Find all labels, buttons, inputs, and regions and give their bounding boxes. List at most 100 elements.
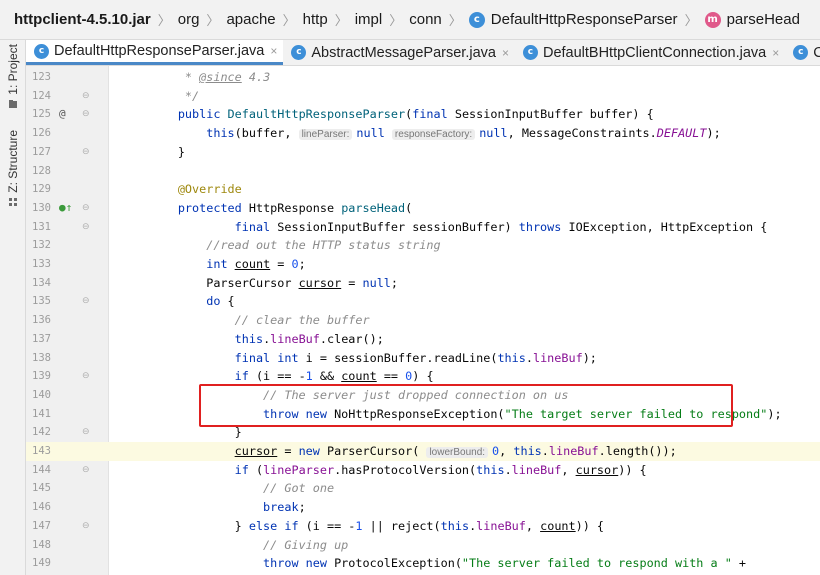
line-number: 147 <box>32 519 51 532</box>
fold-icon[interactable]: ⊖ <box>82 218 91 237</box>
editor-tab[interactable]: c CPo <box>785 40 820 65</box>
breadcrumb-item[interactable]: impl <box>355 11 383 28</box>
code-line[interactable]: 142 ⊖ } <box>26 423 820 442</box>
code-text: // Got one <box>121 479 334 498</box>
code-line[interactable]: 139 ⊖ if (i == -1 && count == 0) { <box>26 367 820 386</box>
code-line[interactable]: 133 int count = 0; <box>26 255 820 274</box>
line-number: 136 <box>32 314 51 327</box>
fold-icon[interactable]: ⊖ <box>82 199 91 218</box>
code-line[interactable]: 147 ⊖ } else if (i == -1 || reject(this.l… <box>26 517 820 536</box>
code-line[interactable]: 149 throw new ProtocolException("The ser… <box>26 554 820 573</box>
code-token: // Got one <box>263 481 335 496</box>
code-token: new <box>298 444 327 458</box>
breadcrumb-item[interactable]: http <box>303 11 328 28</box>
breadcrumb-label: impl <box>354 11 383 28</box>
code-token: final <box>412 107 455 122</box>
breadcrumb-item[interactable]: httpclient-4.5.10.jar <box>14 11 151 28</box>
code-text: break; <box>121 498 306 517</box>
code-line[interactable]: 144 ⊖ if (lineParser.hasProtocolVersion(t… <box>26 461 820 480</box>
code-line[interactable]: 127 ⊖ } <box>26 143 820 162</box>
code-token: lineBuf <box>270 331 320 346</box>
fold-icon[interactable]: ⊖ <box>82 143 91 162</box>
close-icon[interactable]: × <box>270 44 277 58</box>
code-text: } <box>121 143 185 162</box>
fold-icon[interactable]: ⊖ <box>82 105 91 124</box>
code-text: @Override <box>121 180 242 199</box>
code-line[interactable]: 137 this.lineBuf.clear(); <box>26 330 820 349</box>
code-line[interactable]: 141 throw new NoHttpResponseException("T… <box>26 405 820 424</box>
code-token: lineBuf <box>548 444 599 458</box>
breadcrumb-item[interactable]: conn <box>409 11 442 28</box>
code-line[interactable]: 143 cursor = new ParserCursor( lowerBoun… <box>26 442 820 461</box>
code-text: do { <box>121 292 234 311</box>
code-token: "The server failed to respond with a " <box>461 556 732 571</box>
annotation-icon[interactable]: @ <box>59 105 66 124</box>
code-line[interactable]: 131 ⊖ final SessionInputBuffer sessionBuf… <box>26 218 820 237</box>
code-line[interactable]: 135 ⊖ do { <box>26 292 820 311</box>
breadcrumb-item[interactable]: org <box>178 11 200 28</box>
code-token: @Override <box>177 182 242 197</box>
override-icon[interactable]: ●↑ <box>59 199 72 218</box>
code-line[interactable]: 138 final int i = sessionBuffer.readLine… <box>26 349 820 368</box>
parameter-hint: lineParser: <box>298 129 353 141</box>
code-token: ProtocolException( <box>334 556 462 571</box>
fold-icon[interactable]: ⊖ <box>82 423 91 442</box>
project-tool-tab[interactable]: 1: Project <box>2 44 24 109</box>
code-token: . <box>525 350 533 365</box>
code-line[interactable]: 125 @ ⊖ public DefaultHttpResponseParser(f… <box>26 105 820 124</box>
code-line[interactable]: 126 this(buffer, lineParser: null respons… <box>26 124 820 143</box>
code-text: this.lineBuf.clear(); <box>121 330 384 349</box>
parameter-hint: responseFactory: <box>391 129 476 141</box>
code-line[interactable]: 136 // clear the buffer <box>26 311 820 330</box>
breadcrumb-item[interactable]: c DefaultHttpResponseParser <box>468 11 678 28</box>
line-number: 140 <box>32 388 51 401</box>
structure-tool-tab[interactable]: Z: Structure <box>2 130 24 207</box>
code-token: (buffer, <box>234 126 299 141</box>
editor-tab[interactable]: c DefaultHttpResponseParser.java × <box>26 40 284 65</box>
line-number: 131 <box>32 220 51 233</box>
breadcrumb-item[interactable]: m parseHead <box>704 11 800 28</box>
code-token: */ <box>121 88 200 103</box>
breadcrumb-label: http <box>302 11 328 28</box>
code-text: final int i = sessionBuffer.readLine(thi… <box>121 349 597 368</box>
code-token: HttpResponse <box>248 200 342 215</box>
code-line[interactable]: 132 //read out the HTTP status string <box>26 236 820 255</box>
fold-icon[interactable]: ⊖ <box>82 87 91 106</box>
code-line[interactable]: 140 // The server just dropped connectio… <box>26 386 820 405</box>
code-line[interactable]: 124 ⊖ */ <box>26 87 820 106</box>
code-line[interactable]: 145 // Got one <box>26 479 820 498</box>
line-number: 149 <box>32 557 51 570</box>
code-token: protected <box>177 200 249 215</box>
close-icon[interactable]: × <box>772 46 779 60</box>
code-token: . <box>541 444 549 458</box>
line-number: 129 <box>32 183 51 196</box>
code-token: i = sessionBuffer.readLine( <box>305 350 498 365</box>
code-line[interactable]: 148 // Giving up <box>26 536 820 555</box>
class-icon: c <box>793 45 809 60</box>
breadcrumb-item[interactable]: apache <box>226 11 275 28</box>
code-token: final int <box>234 350 306 365</box>
method-icon: m <box>704 11 721 28</box>
code-line[interactable]: 129 @Override <box>26 180 820 199</box>
code-token: null <box>362 275 391 290</box>
fold-icon[interactable]: ⊖ <box>82 461 91 480</box>
code-line[interactable]: 146 break; <box>26 498 820 517</box>
fold-icon[interactable]: ⊖ <box>82 517 91 536</box>
code-token: )) { <box>575 518 605 533</box>
editor-tab[interactable]: c DefaultBHttpClientConnection.java × <box>515 40 785 65</box>
editor-tab[interactable]: c AbstractMessageParser.java × <box>283 40 515 65</box>
close-icon[interactable]: × <box>502 46 509 60</box>
code-line[interactable]: 130 ●↑ ⊖ protected HttpResponse parseHead( <box>26 199 820 218</box>
code-line[interactable]: 123 * @since 4.3 <box>26 68 820 87</box>
code-editor[interactable]: 123 * @since 4.3 124 ⊖ */ 125 @ ⊖ public Defa… <box>26 66 820 575</box>
code-line[interactable]: 134 ParserCursor cursor = null; <box>26 274 820 293</box>
code-line[interactable]: 128 <box>26 162 820 181</box>
fold-icon[interactable]: ⊖ <box>82 367 91 386</box>
fold-icon[interactable]: ⊖ <box>82 292 91 311</box>
